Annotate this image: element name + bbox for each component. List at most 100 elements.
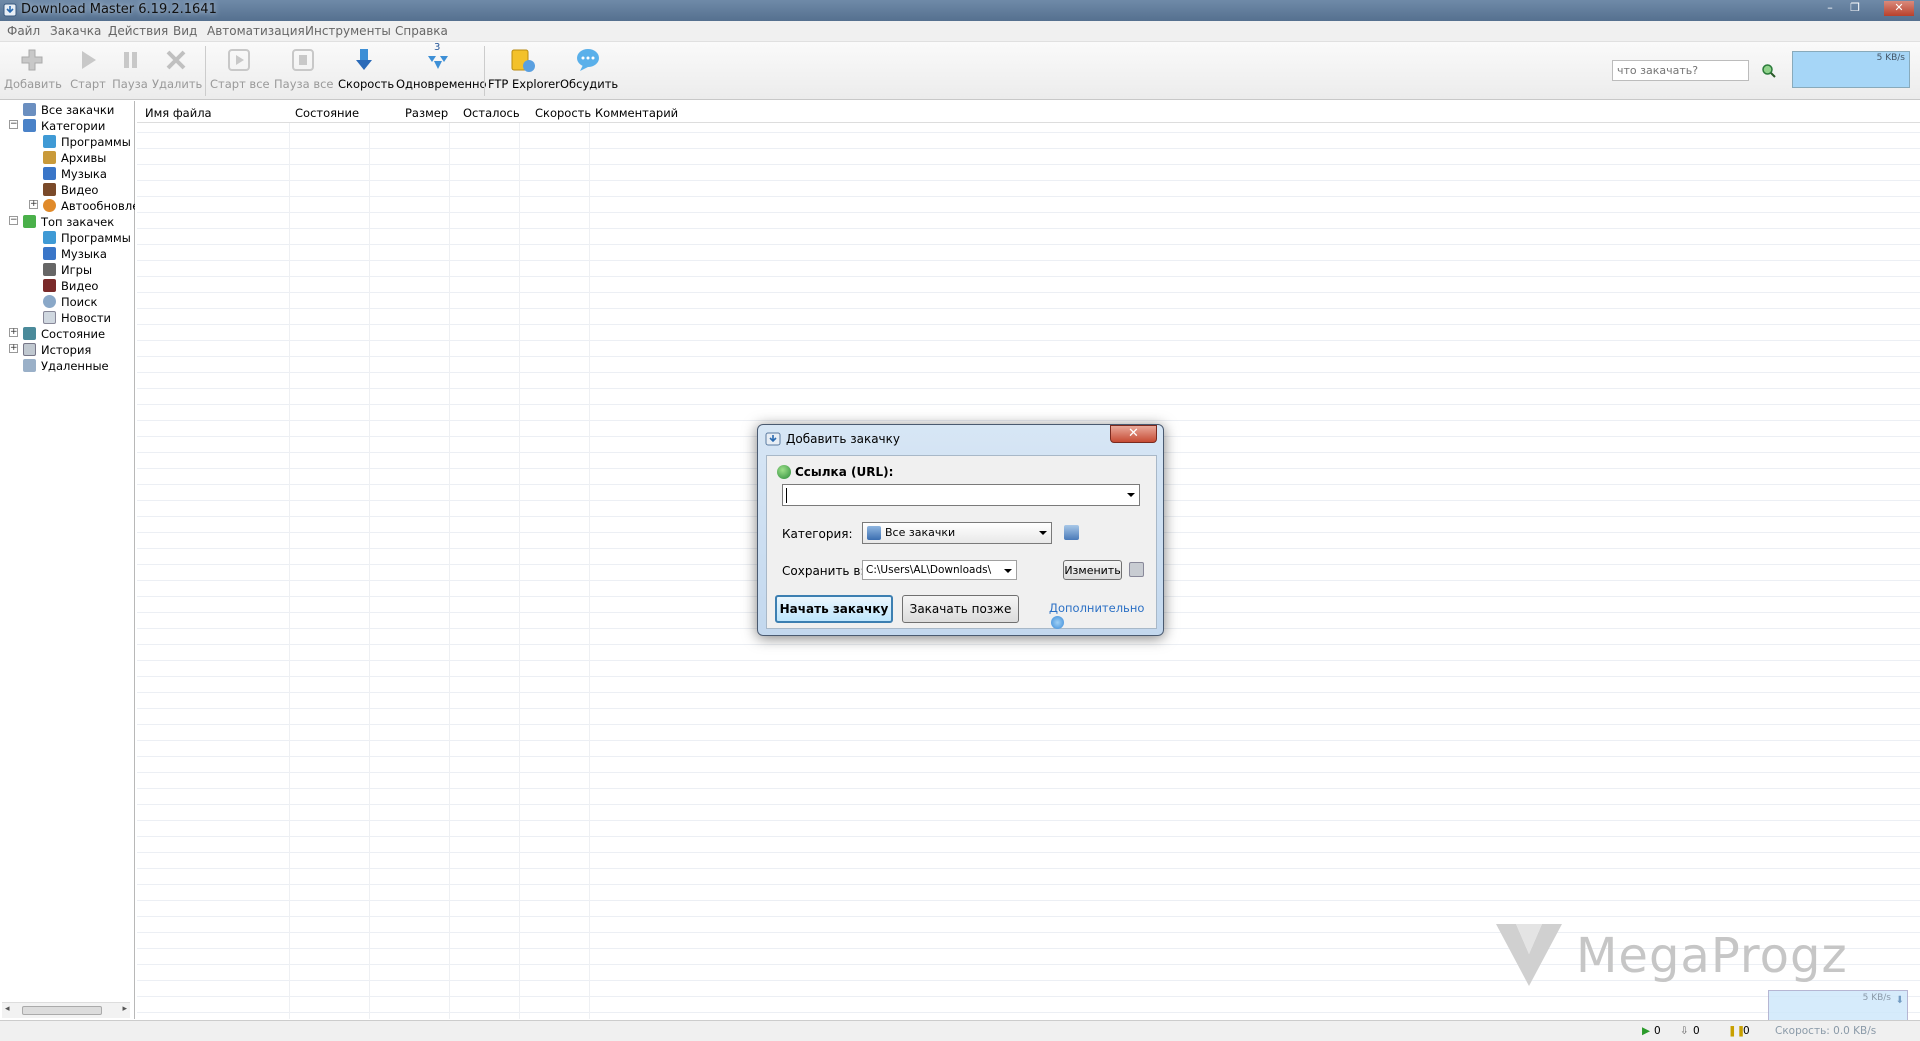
state-icon xyxy=(23,327,36,340)
watermark: MegaProgz xyxy=(1494,920,1848,990)
menu-actions[interactable]: Действия xyxy=(108,24,168,38)
tree-item-history[interactable]: История xyxy=(23,343,91,359)
url-label: Ссылка (URL): xyxy=(795,465,894,479)
programs-icon xyxy=(43,231,56,244)
tree-item-top-games[interactable]: Игры xyxy=(43,263,92,279)
menu-tools[interactable]: Инструменты xyxy=(305,24,391,38)
programs-icon xyxy=(43,135,56,148)
speed-arrow-icon xyxy=(356,49,372,70)
search-icon xyxy=(43,295,56,308)
chevron-down-icon xyxy=(1004,569,1012,573)
tree-item-video[interactable]: Видео xyxy=(43,183,98,199)
tree-item-music[interactable]: Музыка xyxy=(43,167,107,183)
category-settings-icon[interactable] xyxy=(1064,525,1079,540)
tree-item-categories[interactable]: Категории xyxy=(23,119,105,135)
save-path-select[interactable]: C:\Users\AL\Downloads\ xyxy=(862,560,1017,580)
column-divider xyxy=(519,123,520,1019)
expand-history-icon[interactable]: + xyxy=(9,344,18,353)
chat-bubble-icon xyxy=(577,49,599,71)
pause-all-button[interactable]: Пауза все xyxy=(274,46,334,98)
scroll-right-icon[interactable]: ▸ xyxy=(122,1004,127,1014)
menu-help[interactable]: Справка xyxy=(395,24,448,38)
more-options-link[interactable]: Дополнительно xyxy=(1049,601,1156,629)
col-filename[interactable]: Имя файла xyxy=(145,106,212,120)
col-state[interactable]: Состояние xyxy=(295,106,359,120)
expand-autoupdate-icon[interactable]: + xyxy=(29,200,38,209)
sidebar-hscrollbar[interactable]: ◂ ▸ xyxy=(2,1002,130,1018)
add-button[interactable]: Добавить xyxy=(4,46,62,98)
scroll-thumb[interactable] xyxy=(22,1006,102,1015)
toolbar-separator xyxy=(205,46,206,96)
discuss-button[interactable]: Обсудить xyxy=(560,46,618,98)
text-caret xyxy=(786,488,787,503)
categories-icon xyxy=(23,119,36,132)
search-input[interactable] xyxy=(1612,60,1749,81)
toolbar: Добавить Старт Пауза Удалить Старт все П… xyxy=(0,42,1920,100)
column-divider xyxy=(589,123,590,1019)
col-remaining[interactable]: Осталось xyxy=(463,106,520,120)
start-all-icon xyxy=(228,49,250,71)
start-button[interactable]: Старт xyxy=(68,46,108,98)
tree-item-archives[interactable]: Архивы xyxy=(43,151,106,167)
menu-view[interactable]: Вид xyxy=(173,24,197,38)
disk-icon[interactable] xyxy=(1129,562,1144,577)
play-icon xyxy=(82,51,96,69)
simultaneous-button[interactable]: 3 Одновременно xyxy=(396,42,487,98)
video-icon xyxy=(43,279,56,292)
music-icon xyxy=(43,247,56,260)
menu-download[interactable]: Закачка xyxy=(50,24,101,38)
expand-state-icon[interactable]: + xyxy=(9,328,18,337)
archive-icon xyxy=(43,151,56,164)
tree-item-autoupdate[interactable]: Автообновле xyxy=(43,199,135,215)
app-icon xyxy=(3,3,17,17)
change-folder-button[interactable]: Изменить xyxy=(1063,560,1122,580)
menu-automation[interactable]: Автоматизация xyxy=(207,24,305,38)
history-icon xyxy=(23,343,36,356)
collapse-top-icon[interactable]: − xyxy=(9,216,18,225)
ftp-explorer-button[interactable]: FTP Explorer xyxy=(488,46,560,98)
scroll-left-icon[interactable]: ◂ xyxy=(5,1004,10,1014)
speed-button[interactable]: Скорость xyxy=(338,46,394,98)
col-size[interactable]: Размер xyxy=(405,106,448,120)
pause-button[interactable]: Пауза xyxy=(110,46,150,98)
close-button[interactable]: ✕ xyxy=(1884,1,1914,16)
maximize-button[interactable]: ❐ xyxy=(1843,1,1867,16)
search-icon[interactable] xyxy=(1761,63,1777,79)
category-select[interactable]: Все закачки xyxy=(862,522,1052,544)
delete-button[interactable]: Удалить xyxy=(152,46,202,98)
menu-file[interactable]: Файл xyxy=(7,24,40,38)
news-icon xyxy=(43,311,56,324)
active-downloads-count: 0 xyxy=(1654,1025,1661,1037)
tree-item-top-video[interactable]: Видео xyxy=(43,279,98,295)
column-divider xyxy=(289,123,290,1019)
start-download-button[interactable]: Начать закачку xyxy=(775,595,893,623)
dialog-close-button[interactable]: ✕ xyxy=(1110,425,1157,443)
sidebar-tree: Все закачки − Категории Программы Архивы… xyxy=(0,101,135,1019)
gamepad-icon xyxy=(43,263,56,276)
tree-item-programs[interactable]: Программы xyxy=(43,135,131,151)
tree-item-top-music[interactable]: Музыка xyxy=(43,247,107,263)
tree-item-state[interactable]: Состояние xyxy=(23,327,105,343)
url-dropdown-icon[interactable] xyxy=(1127,493,1135,497)
queued-downloads-icon: ⇩ xyxy=(1680,1025,1689,1037)
tree-item-all[interactable]: Все закачки xyxy=(23,103,114,119)
simultaneous-count: 3 xyxy=(434,42,441,53)
col-speed[interactable]: Скорость xyxy=(535,106,591,120)
minimize-button[interactable]: – xyxy=(1818,1,1842,16)
download-later-button[interactable]: Закачать позже xyxy=(902,595,1019,623)
window-titlebar[interactable]: Download Master 6.19.2.1641 – ❐ ✕ xyxy=(0,0,1920,21)
pause-icon xyxy=(124,52,137,68)
tree-item-top-programs[interactable]: Программы xyxy=(43,231,131,247)
url-input[interactable] xyxy=(782,484,1140,506)
col-comment[interactable]: Комментарий xyxy=(595,106,678,120)
category-label: Категория: xyxy=(782,527,853,541)
tree-item-deleted[interactable]: Удаленные xyxy=(23,359,109,375)
watermark-logo-icon xyxy=(1496,924,1562,986)
downloads-icon xyxy=(23,103,36,116)
tree-item-top-search[interactable]: Поиск xyxy=(43,295,97,311)
collapse-categories-icon[interactable]: − xyxy=(9,120,18,129)
paused-downloads-count: 0 xyxy=(1743,1025,1750,1037)
tree-item-top-news[interactable]: Новости xyxy=(43,311,111,327)
start-all-button[interactable]: Старт все xyxy=(210,46,270,98)
tree-item-top[interactable]: Топ закачек xyxy=(23,215,114,231)
